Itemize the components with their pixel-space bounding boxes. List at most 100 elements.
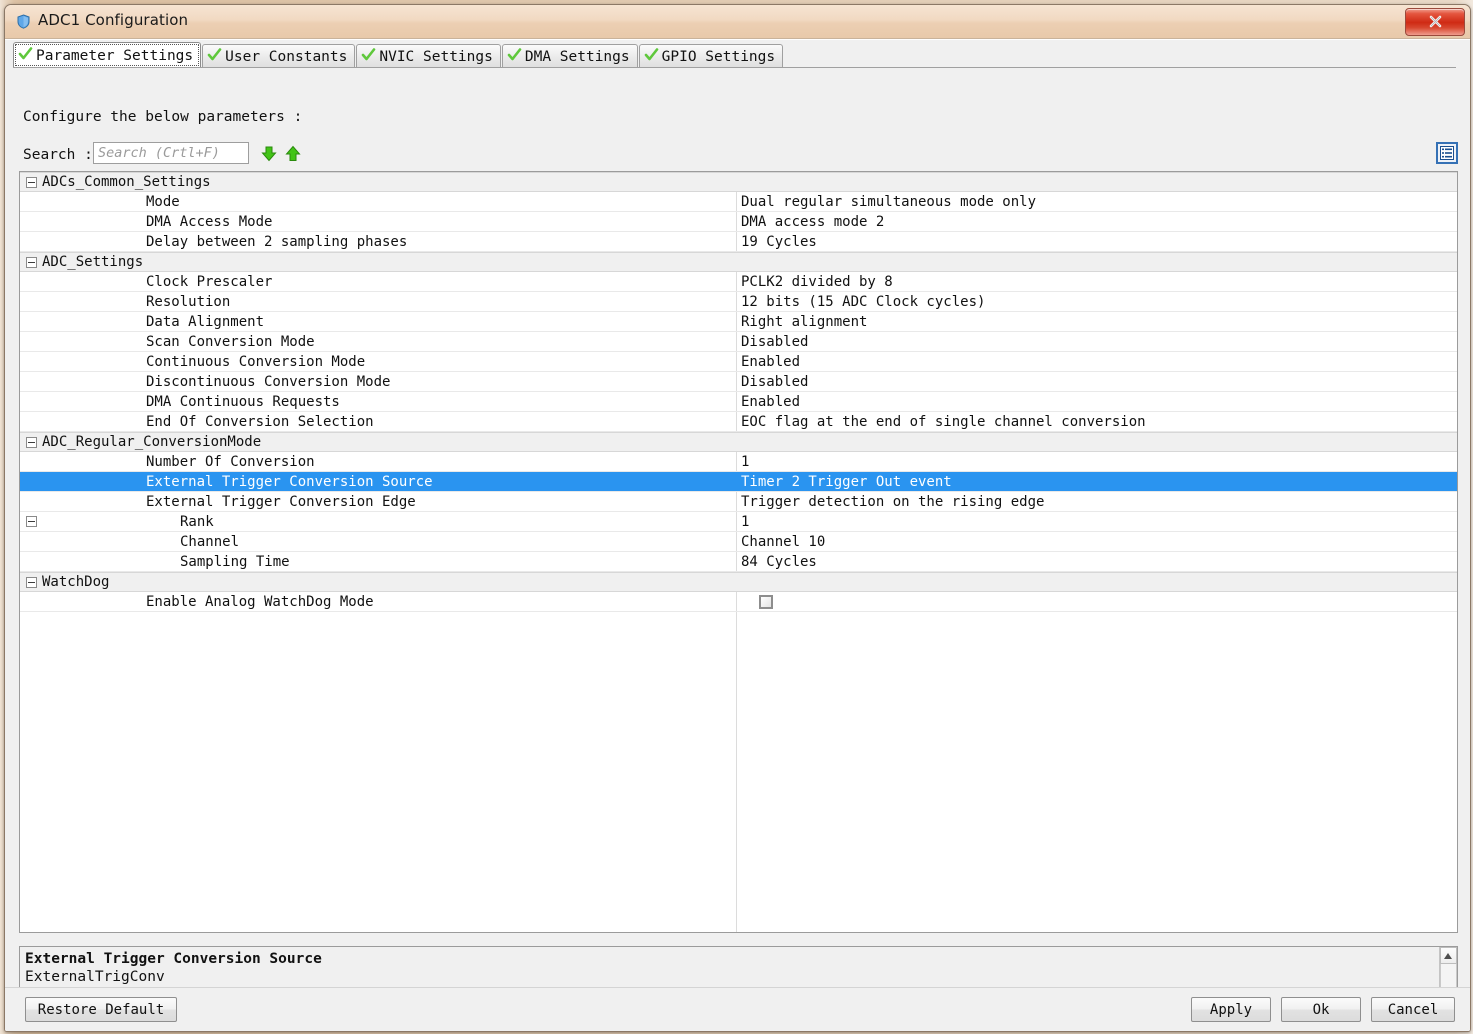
tree-row[interactable]: DMA Continuous Requests Enabled [20, 392, 1457, 412]
collapse-expander-icon[interactable] [26, 177, 37, 188]
tab-label: Parameter Settings [36, 47, 194, 64]
desktop-background: ADC1 Configuration Parameter Settings Us… [0, 0, 1473, 1034]
collapse-expander-icon[interactable] [26, 257, 37, 268]
tree-row-value[interactable]: Trigger detection on the rising edge [741, 494, 1044, 510]
ok-button[interactable]: Ok [1281, 997, 1361, 1022]
tree-row-label: Scan Conversion Mode [146, 333, 315, 350]
check-icon [361, 47, 376, 66]
tree-row-value[interactable]: 84 Cycles [741, 554, 817, 570]
tree-row-label: Channel [180, 533, 240, 550]
restore-default-button[interactable]: Restore Default [25, 997, 177, 1022]
tree-row-value[interactable]: 1 [741, 514, 749, 530]
tree-row-label: Delay between 2 sampling phases [146, 233, 408, 250]
tree-row-label: Continuous Conversion Mode [146, 353, 366, 370]
tree-row-value[interactable]: Enabled [741, 354, 800, 370]
tab-nvic-settings[interactable]: NVIC Settings [356, 44, 501, 68]
arrow-down-icon[interactable] [260, 145, 278, 163]
tab-gpio-settings[interactable]: GPIO Settings [638, 44, 784, 68]
tab-label: GPIO Settings [661, 48, 776, 65]
tree-row-label: Number Of Conversion [146, 453, 315, 470]
tree-row[interactable]: Continuous Conversion Mode Enabled [20, 352, 1457, 372]
parameter-tree[interactable]: ADCs_Common_Settings Mode Dual regular sim… [19, 171, 1458, 933]
scroll-up-icon[interactable] [1440, 947, 1457, 964]
tab-label: NVIC Settings [379, 48, 493, 65]
tree-row-label: DMA Access Mode [146, 213, 273, 230]
dialog-button-bar: Restore Default Apply Ok Cancel https://… [5, 987, 1470, 1031]
tree-row[interactable]: Mode Dual regular simultaneous mode only [20, 192, 1457, 212]
tree-row-value[interactable]: Disabled [741, 374, 808, 390]
tree-row-value[interactable]: DMA access mode 2 [741, 214, 884, 230]
tree-row[interactable]: End Of Conversion Selection EOC flag at t… [20, 412, 1457, 432]
tree-row[interactable]: External Trigger Conversion Edge Trigger … [20, 492, 1457, 512]
tree-row[interactable]: Delay between 2 sampling phases 19 Cycles [20, 232, 1457, 252]
tree-row-value[interactable]: EOC flag at the end of single channel co… [741, 414, 1146, 430]
tree-row-label: Enable Analog WatchDog Mode [146, 593, 374, 610]
tree-row[interactable]: Enable Analog WatchDog Mode [20, 592, 1457, 612]
tree-row-value[interactable]: 12 bits (15 ADC Clock cycles) [741, 294, 985, 310]
tree-row[interactable]: Discontinuous Conversion Mode Disabled [20, 372, 1457, 392]
parameter-tree-rows: ADCs_Common_Settings Mode Dual regular sim… [20, 172, 1457, 612]
tree-row-label: Resolution [146, 293, 231, 310]
tree-row-value[interactable]: Dual regular simultaneous mode only [741, 194, 1036, 210]
list-view-icon[interactable] [1436, 142, 1458, 164]
tree-row-value[interactable]: Channel 10 [741, 534, 825, 550]
tab-user-constants[interactable]: User Constants [202, 44, 356, 68]
tree-row-label: ADC_Settings [42, 254, 144, 270]
tree-row[interactable]: External Trigger Conversion Source Timer … [20, 472, 1457, 492]
shield-icon [16, 14, 31, 29]
tree-row-value[interactable]: Disabled [741, 334, 808, 350]
window-title: ADC1 Configuration [38, 11, 189, 29]
tab-dma-settings[interactable]: DMA Settings [501, 44, 638, 68]
tree-row-label: Discontinuous Conversion Mode [146, 373, 391, 390]
collapse-expander-icon[interactable] [26, 516, 37, 527]
tree-row-value[interactable]: Right alignment [741, 314, 867, 330]
search-label: Search : [23, 147, 93, 163]
tree-row[interactable]: Data Alignment Right alignment [20, 312, 1457, 332]
tree-row-value[interactable]: 1 [741, 454, 749, 470]
tab-underline [13, 67, 1456, 68]
tree-row-label: Mode [146, 193, 180, 210]
tree-row-value[interactable]: Timer 2 Trigger Out event [741, 474, 952, 490]
collapse-expander-icon[interactable] [26, 437, 37, 448]
tree-row[interactable]: Sampling Time 84 Cycles [20, 552, 1457, 572]
tab-parameter-settings[interactable]: Parameter Settings [13, 42, 202, 68]
tree-group-row[interactable]: ADCs_Common_Settings [20, 172, 1457, 192]
tree-row-value[interactable]: Enabled [741, 394, 800, 410]
tree-row[interactable]: Resolution 12 bits (15 ADC Clock cycles) [20, 292, 1457, 312]
tree-row-label: ADC_Regular_ConversionMode [42, 434, 262, 450]
tree-group-row[interactable]: WatchDog [20, 572, 1457, 592]
tree-row-label: End Of Conversion Selection [146, 413, 374, 430]
tree-row-label: ADCs_Common_Settings [42, 174, 211, 190]
apply-button[interactable]: Apply [1191, 997, 1271, 1022]
tree-row-label: Rank [180, 513, 214, 530]
close-button[interactable] [1405, 8, 1465, 36]
tree-row-value[interactable]: PCLK2 divided by 8 [741, 274, 893, 290]
instructions-text: Configure the below parameters : [23, 109, 303, 125]
tree-row-label: External Trigger Conversion Source [146, 473, 433, 490]
arrow-up-icon[interactable] [284, 145, 302, 163]
check-icon [507, 47, 522, 66]
tree-row[interactable]: Clock Prescaler PCLK2 divided by 8 [20, 272, 1457, 292]
watchdog-enable-checkbox[interactable] [759, 595, 773, 609]
tree-row-label: Sampling Time [180, 553, 290, 570]
cancel-button[interactable]: Cancel [1371, 997, 1455, 1022]
tree-row-value[interactable]: 19 Cycles [741, 234, 817, 250]
collapse-expander-icon[interactable] [26, 577, 37, 588]
tree-row-label: Data Alignment [146, 313, 265, 330]
window-content: Parameter Settings User Constants NVIC S… [5, 39, 1470, 1031]
tab-label: DMA Settings [524, 48, 630, 65]
tree-row-label: External Trigger Conversion Edge [146, 493, 416, 510]
search-input[interactable] [93, 142, 249, 164]
tree-group-row[interactable]: ADC_Settings [20, 252, 1457, 272]
check-icon [207, 47, 222, 66]
tree-row[interactable]: Channel Channel 10 [20, 532, 1457, 552]
tree-row[interactable]: DMA Access Mode DMA access mode 2 [20, 212, 1457, 232]
check-icon [18, 46, 33, 65]
tree-row-label: Clock Prescaler [146, 273, 273, 290]
tab-strip: Parameter Settings User Constants NVIC S… [13, 42, 784, 68]
tree-row[interactable]: Rank 1 [20, 512, 1457, 532]
tree-row[interactable]: Scan Conversion Mode Disabled [20, 332, 1457, 352]
tree-row-label: DMA Continuous Requests [146, 393, 340, 410]
tree-group-row[interactable]: ADC_Regular_ConversionMode [20, 432, 1457, 452]
tree-row[interactable]: Number Of Conversion 1 [20, 452, 1457, 472]
